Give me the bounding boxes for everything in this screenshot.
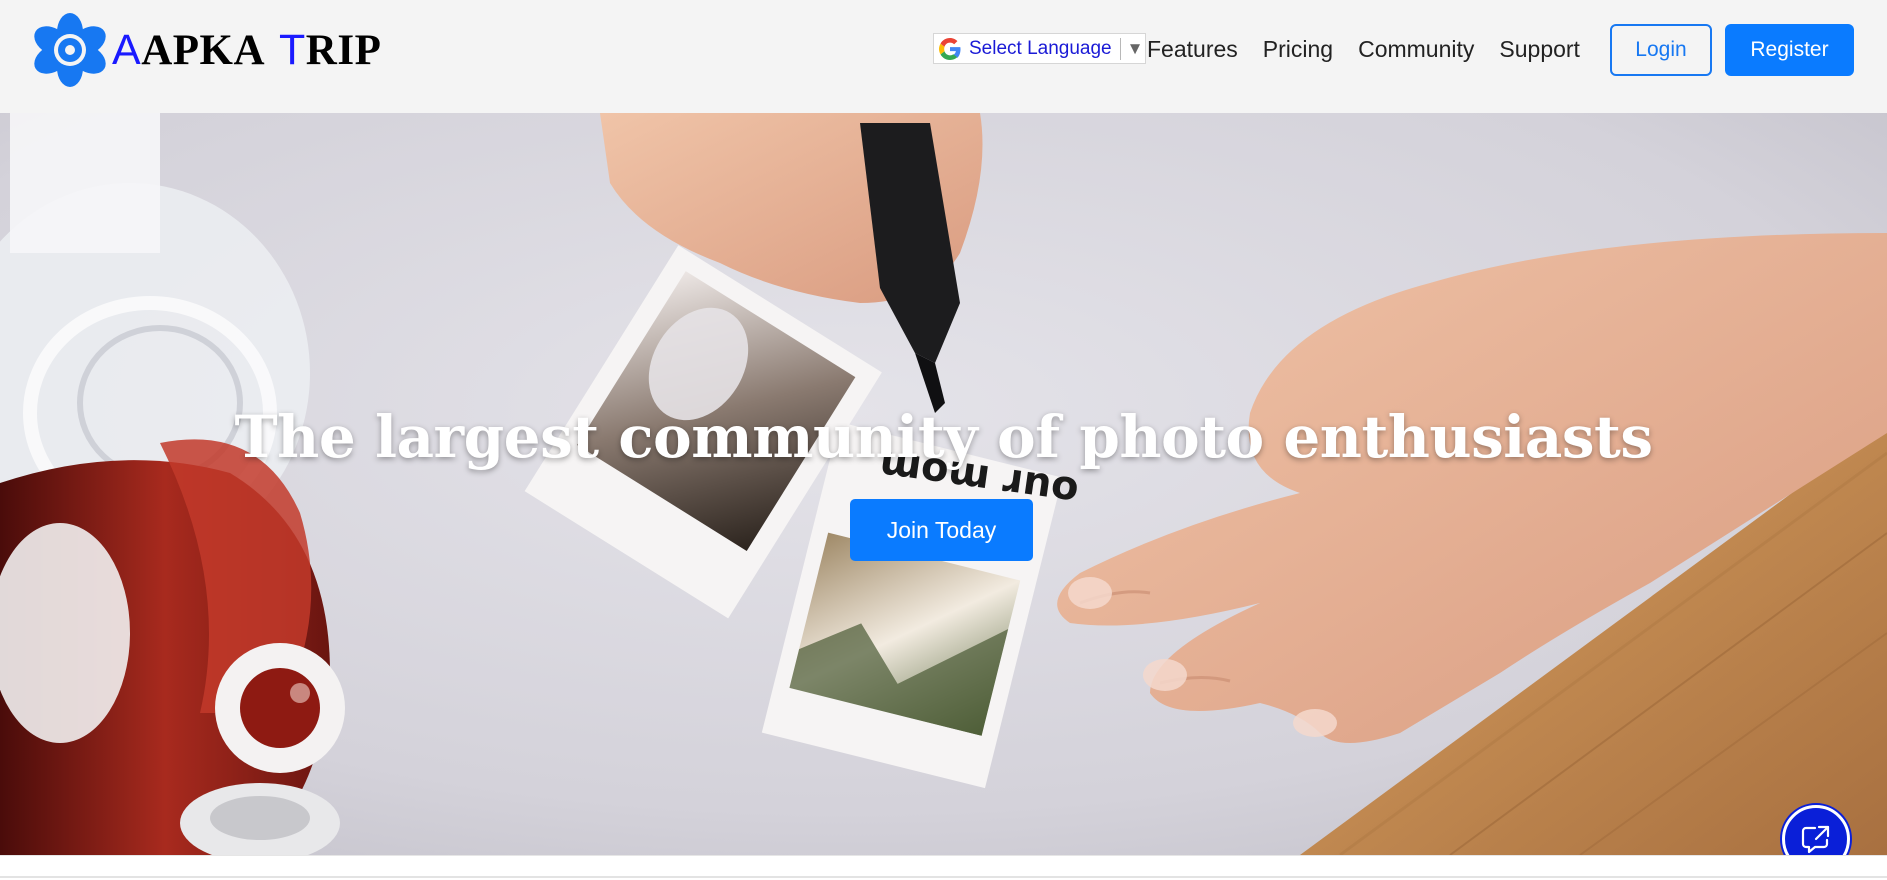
brand-word-2: RIP	[305, 26, 382, 74]
navbar: A APKA T RIP Select Language ▼ Features Pri…	[0, 0, 1887, 113]
register-button[interactable]: Register	[1725, 24, 1854, 76]
hero-title: The largest community of photo enthusias…	[234, 403, 1653, 471]
login-button[interactable]: Login	[1610, 24, 1712, 76]
chat-share-icon	[1801, 825, 1830, 854]
nav-link-support[interactable]: Support	[1499, 36, 1580, 63]
brand-logo-link[interactable]: A APKA T RIP	[32, 10, 381, 90]
nav-link-pricing[interactable]: Pricing	[1263, 36, 1333, 63]
join-today-button[interactable]: Join Today	[850, 499, 1033, 561]
brand-initial-t: T	[279, 25, 306, 74]
google-g-icon	[939, 37, 961, 60]
hero-background-image: our mom	[0, 113, 1887, 855]
brand-word-1: APKA	[141, 26, 266, 74]
hero-section: our mom The largest community of photo e…	[0, 113, 1887, 855]
chevron-down-icon: ▼	[1126, 38, 1144, 58]
divider	[0, 876, 1887, 878]
atom-flower-icon	[34, 13, 106, 87]
main-nav: Features Pricing Community Support	[1147, 32, 1605, 66]
language-select-label: Select Language	[969, 37, 1112, 59]
language-select[interactable]: Select Language ▼	[933, 33, 1146, 64]
brand-name: A APKA T RIP	[112, 25, 382, 74]
nav-link-features[interactable]: Features	[1147, 36, 1238, 63]
brand-initial-a: A	[112, 25, 142, 74]
nav-link-community[interactable]: Community	[1358, 36, 1474, 63]
